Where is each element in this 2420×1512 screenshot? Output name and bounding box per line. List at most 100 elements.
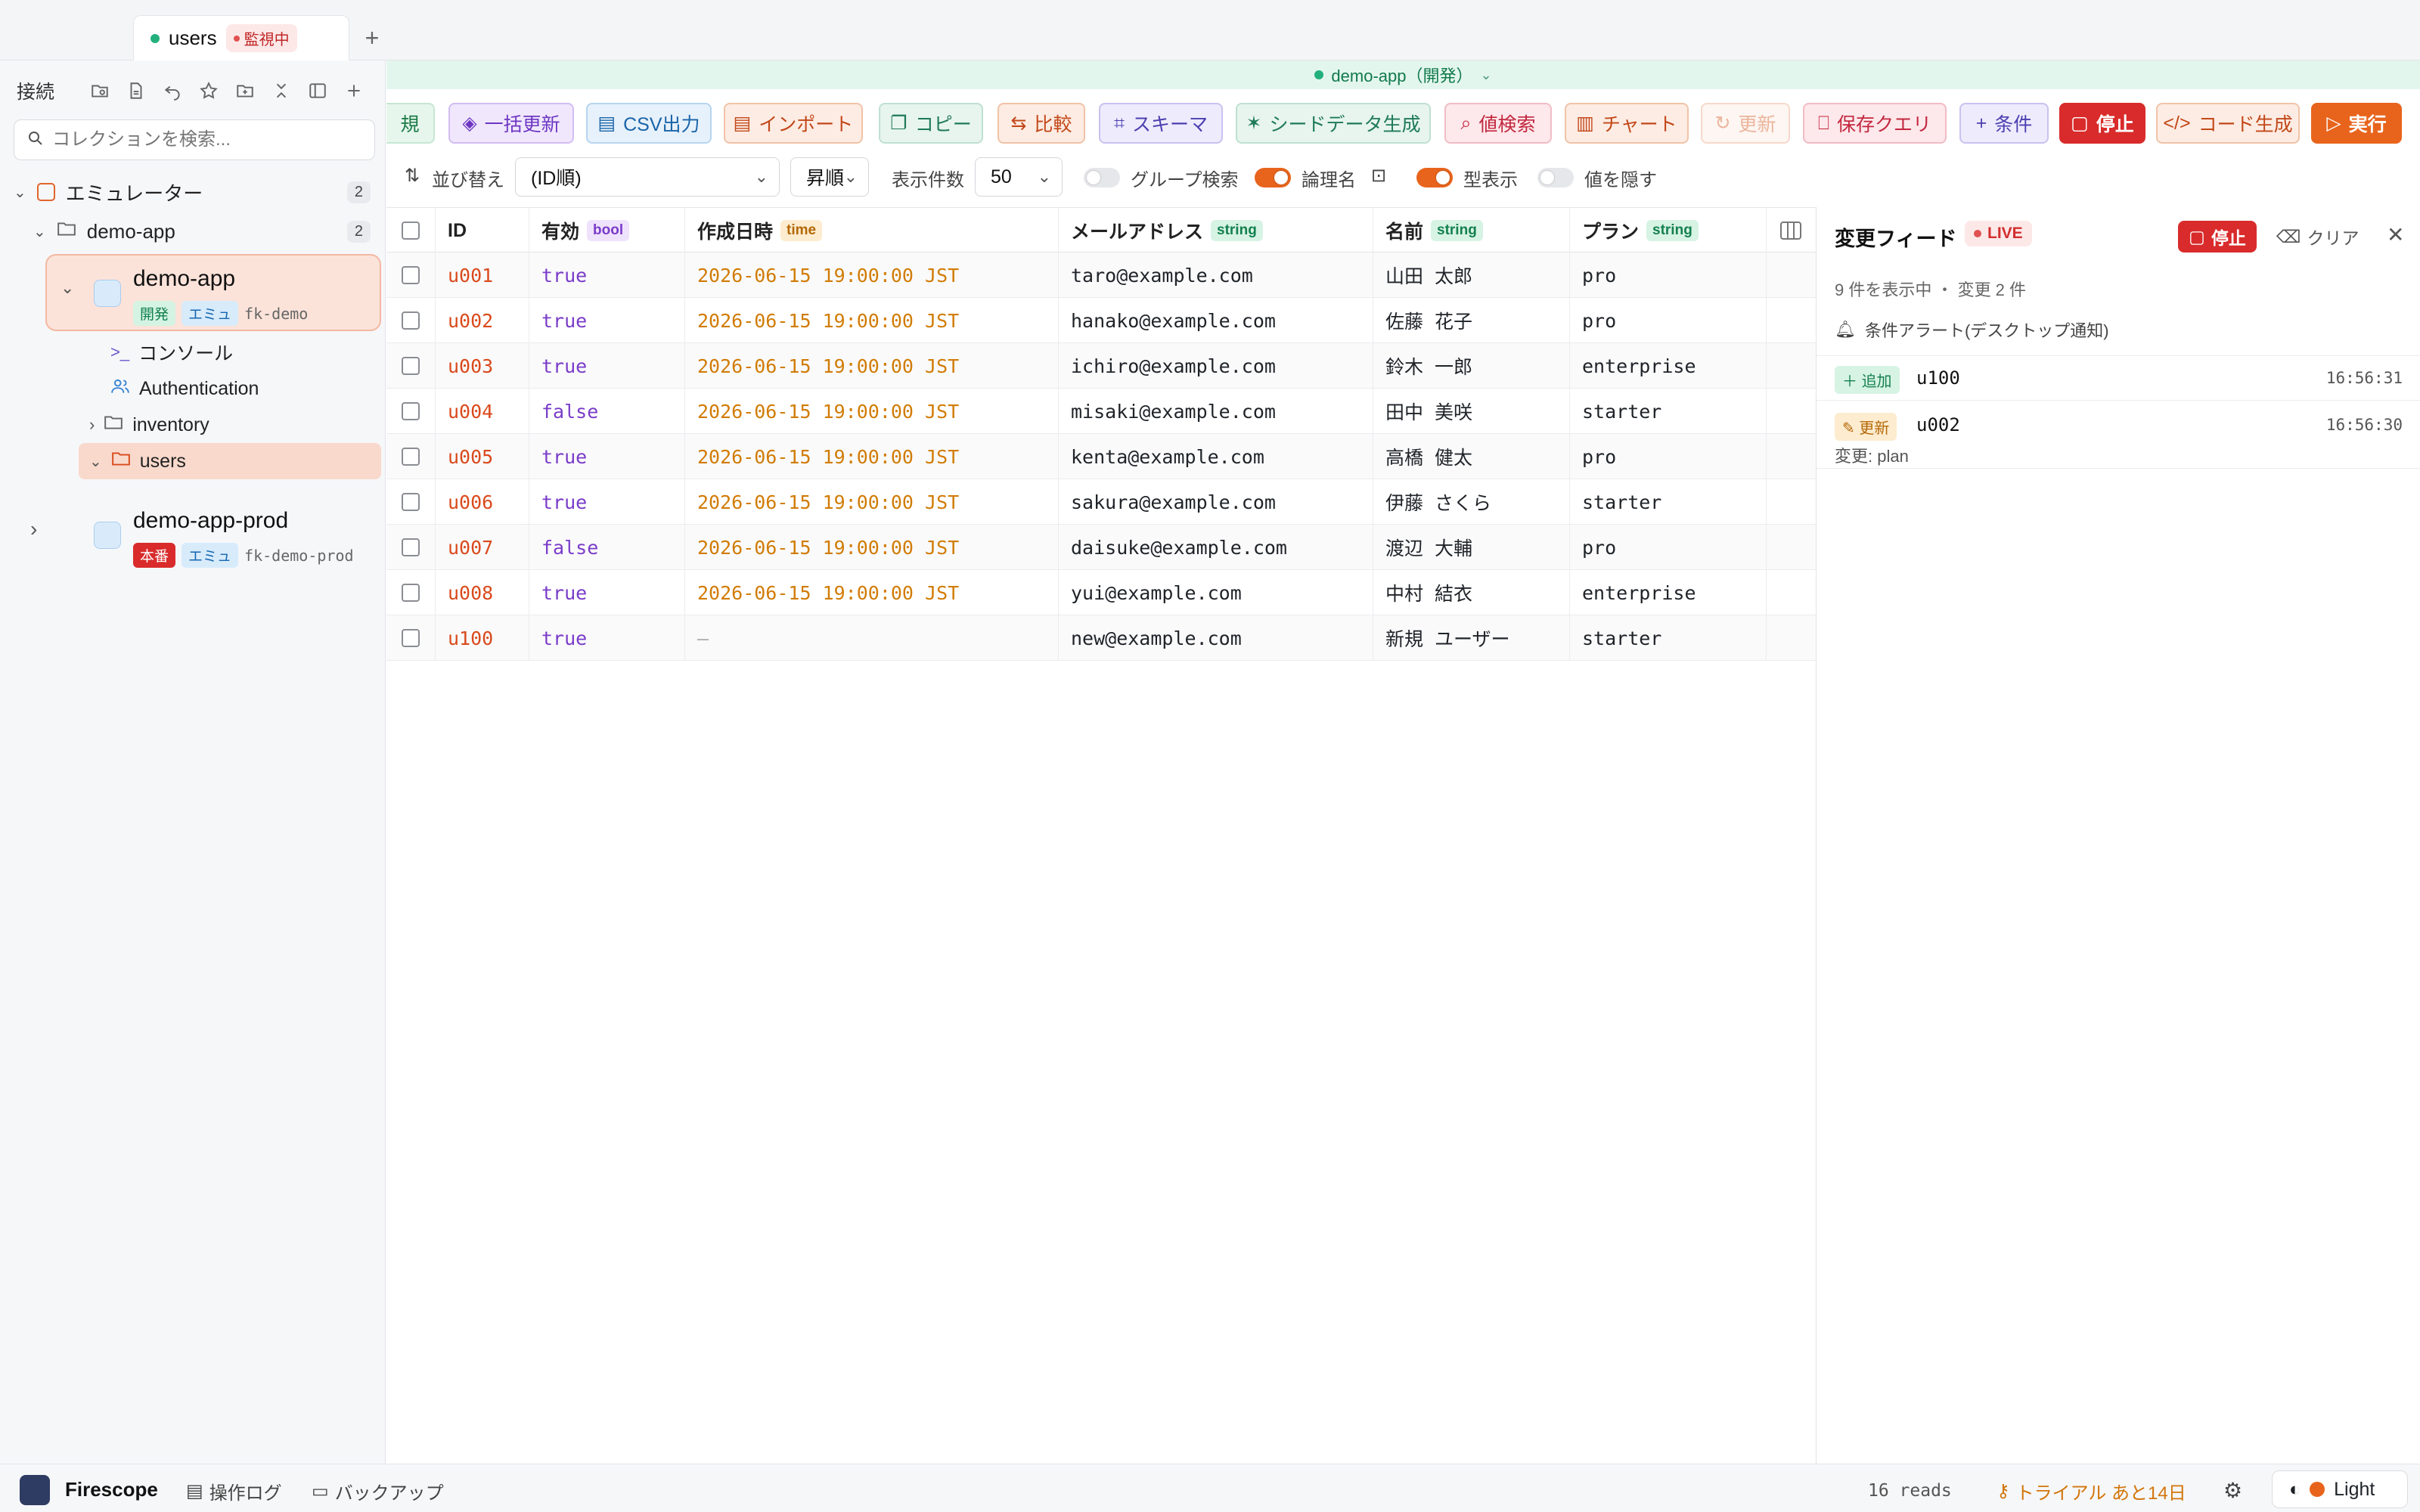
- condition-alert-toggle[interactable]: 🔔︎ 条件アラート(デスクトップ通知): [1835, 318, 2109, 342]
- table-cell[interactable]: 高橋 健太: [1373, 434, 1569, 479]
- tree-item-inventory[interactable]: › inventory: [89, 407, 209, 443]
- table-cell[interactable]: u100: [435, 615, 529, 661]
- theme-toggle[interactable]: ◐ Light: [2272, 1470, 2408, 1508]
- backup-button[interactable]: ▭ バックアップ: [312, 1478, 444, 1504]
- row-checkbox[interactable]: [402, 357, 420, 375]
- table-cell[interactable]: 2026-06-15 19:00:00 JST: [684, 343, 1058, 389]
- table-cell[interactable]: 2026-06-15 19:00:00 JST: [684, 389, 1058, 434]
- table-cell[interactable]: 2026-06-15 19:00:00 JST: [684, 570, 1058, 615]
- saved-query-button[interactable]: ⎕ 保存クエリ: [1803, 103, 1947, 144]
- new-button[interactable]: 規: [386, 103, 435, 144]
- table-row[interactable]: u002 true 2026-06-15 19:00:00 JST hanako@ex…: [386, 298, 1816, 343]
- table-cell[interactable]: starter: [1569, 615, 1766, 661]
- feed-event[interactable]: ＋ 追加 u100 16:56:31: [1817, 355, 2420, 401]
- column-header[interactable]: 有効 bool: [529, 208, 684, 253]
- column-header[interactable]: 作成日時 time: [684, 208, 1058, 253]
- column-header[interactable]: メールアドレス string: [1058, 208, 1373, 253]
- value-search-button[interactable]: ⌕ 値検索: [1444, 103, 1552, 144]
- row-checkbox[interactable]: [402, 266, 420, 284]
- table-cell[interactable]: false: [529, 525, 684, 570]
- trial-link[interactable]: ⚷ トライアル あと14日: [1996, 1478, 2186, 1504]
- copy-button[interactable]: ❐ コピー: [879, 103, 983, 144]
- connection-demo-app[interactable]: ⌄ demo-app 開発 エミュ fk-demo: [45, 254, 381, 331]
- tree-item-authentication[interactable]: Authentication: [110, 370, 259, 407]
- table-cell[interactable]: pro: [1569, 298, 1766, 343]
- add-tab-button[interactable]: +: [357, 23, 387, 53]
- table-cell[interactable]: true: [529, 615, 684, 661]
- import-button[interactable]: ▤ インポート: [724, 103, 863, 144]
- table-cell[interactable]: u008: [435, 570, 529, 615]
- order-select[interactable]: 昇順 ⌄: [790, 157, 869, 197]
- refresh-button[interactable]: ↻ 更新: [1701, 103, 1790, 144]
- table-cell[interactable]: u005: [435, 434, 529, 479]
- table-row[interactable]: u004 false 2026-06-15 19:00:00 JST misaki@e…: [386, 389, 1816, 434]
- table-row[interactable]: u007 false 2026-06-15 19:00:00 JST daisuke@…: [386, 525, 1816, 570]
- limit-select[interactable]: 50 ⌄: [975, 157, 1063, 197]
- table-cell[interactable]: true: [529, 570, 684, 615]
- code-gen-button[interactable]: </> コード生成: [2156, 103, 2300, 144]
- seed-data-button[interactable]: ✶ シードデータ生成: [1236, 103, 1431, 144]
- type-display-toggle[interactable]: [1416, 168, 1453, 187]
- run-button[interactable]: ▷ 実行: [2311, 103, 2402, 144]
- panel-toggle-icon[interactable]: [301, 74, 334, 107]
- chart-button[interactable]: ▥ チャート: [1565, 103, 1689, 144]
- bulk-update-button[interactable]: ◈ 一括更新: [448, 103, 574, 144]
- table-cell[interactable]: enterprise: [1569, 570, 1766, 615]
- compare-button[interactable]: ⇆ 比較: [997, 103, 1085, 144]
- table-cell[interactable]: false: [529, 389, 684, 434]
- table-cell[interactable]: pro: [1569, 253, 1766, 298]
- group-search-toggle[interactable]: [1084, 168, 1120, 187]
- row-checkbox[interactable]: [402, 311, 420, 330]
- table-cell[interactable]: starter: [1569, 389, 1766, 434]
- ops-log-button[interactable]: ▤ 操作ログ: [186, 1478, 282, 1504]
- feed-clear-button[interactable]: ⌫ クリア: [2276, 224, 2360, 249]
- add-connection-icon[interactable]: [83, 74, 116, 107]
- table-cell[interactable]: daisuke@example.com: [1058, 525, 1373, 570]
- column-header[interactable]: プラン string: [1569, 208, 1766, 253]
- table-cell[interactable]: 新規 ユーザー: [1373, 615, 1569, 661]
- star-icon[interactable]: [192, 74, 225, 107]
- new-folder-icon[interactable]: [228, 74, 262, 107]
- table-cell[interactable]: u007: [435, 525, 529, 570]
- columns-icon[interactable]: [1780, 222, 1801, 240]
- table-cell[interactable]: yui@example.com: [1058, 570, 1373, 615]
- table-cell[interactable]: true: [529, 434, 684, 479]
- table-cell[interactable]: 伊藤 さくら: [1373, 479, 1569, 525]
- collapse-all-icon[interactable]: [265, 74, 298, 107]
- sort-select[interactable]: (ID順) ⌄: [515, 157, 780, 197]
- hide-values-toggle[interactable]: [1537, 168, 1574, 187]
- row-checkbox[interactable]: [402, 584, 420, 602]
- table-cell[interactable]: u004: [435, 389, 529, 434]
- table-cell[interactable]: pro: [1569, 525, 1766, 570]
- table-cell[interactable]: 2026-06-15 19:00:00 JST: [684, 479, 1058, 525]
- csv-export-button[interactable]: ▤ CSV出力: [586, 103, 712, 144]
- stop-button[interactable]: ▢ 停止: [2059, 103, 2145, 144]
- environment-bar[interactable]: demo-app（開発） ⌄: [386, 60, 2420, 89]
- table-cell[interactable]: 2026-06-15 19:00:00 JST: [684, 434, 1058, 479]
- new-file-icon[interactable]: [119, 74, 153, 107]
- row-checkbox[interactable]: [402, 402, 420, 420]
- column-header[interactable]: 名前 string: [1373, 208, 1569, 253]
- table-cell[interactable]: taro@example.com: [1058, 253, 1373, 298]
- table-cell[interactable]: pro: [1569, 434, 1766, 479]
- table-cell[interactable]: new@example.com: [1058, 615, 1373, 661]
- tab-users[interactable]: users 監視中: [133, 15, 349, 60]
- collection-search[interactable]: [14, 119, 375, 160]
- select-all-checkbox[interactable]: [402, 222, 420, 240]
- row-checkbox[interactable]: [402, 448, 420, 466]
- table-row[interactable]: u001 true 2026-06-15 19:00:00 JST taro@exam…: [386, 253, 1816, 298]
- table-row[interactable]: u008 true 2026-06-15 19:00:00 JST yui@examp…: [386, 570, 1816, 615]
- table-cell[interactable]: 田中 美咲: [1373, 389, 1569, 434]
- schema-button[interactable]: ⌗ スキーマ: [1099, 103, 1223, 144]
- table-cell[interactable]: 鈴木 一郎: [1373, 343, 1569, 389]
- tree-group-emulator[interactable]: ⌄ エミュレーター 2: [0, 174, 386, 210]
- plus-icon[interactable]: [337, 74, 371, 107]
- table-cell[interactable]: u002: [435, 298, 529, 343]
- feed-event[interactable]: ✎ 更新 u002 16:56:30 変更: plan: [1817, 401, 2420, 469]
- table-cell[interactable]: 渡辺 大輔: [1373, 525, 1569, 570]
- connection-demo-app-prod[interactable]: › demo-app-prod 本番 エミュ fk-demo-prod: [30, 496, 381, 573]
- table-cell[interactable]: 2026-06-15 19:00:00 JST: [684, 525, 1058, 570]
- row-checkbox[interactable]: [402, 538, 420, 556]
- table-cell[interactable]: starter: [1569, 479, 1766, 525]
- table-cell[interactable]: 2026-06-15 19:00:00 JST: [684, 298, 1058, 343]
